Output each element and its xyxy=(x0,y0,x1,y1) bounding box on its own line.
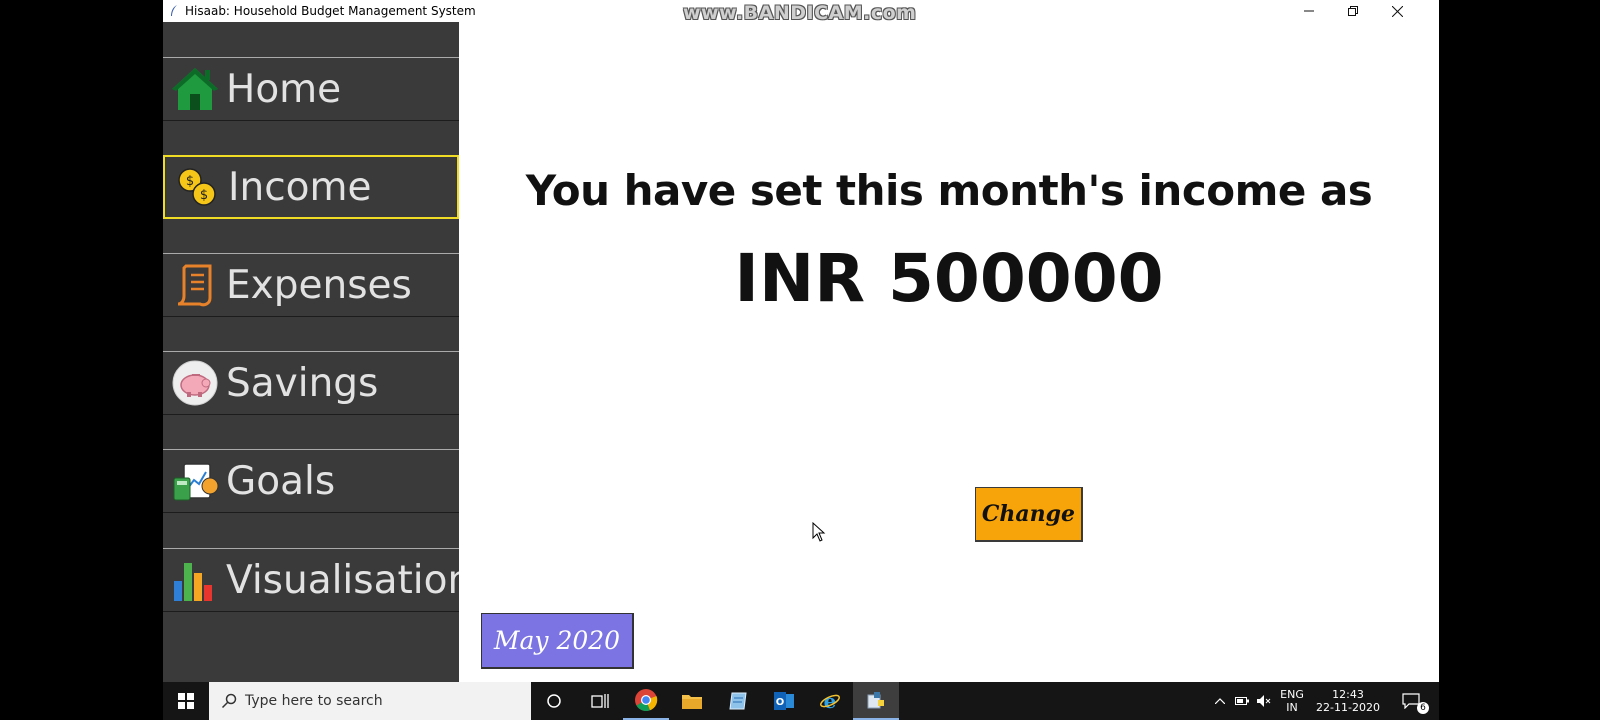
restore-icon xyxy=(1348,6,1358,16)
taskbar-internet-explorer[interactable]: e xyxy=(807,682,853,720)
language-indicator[interactable]: ENG IN xyxy=(1275,682,1309,720)
notification-badge: 6 xyxy=(1417,702,1429,714)
goals-icon xyxy=(170,456,220,506)
app-window: Hisaab: Household Budget Management Syst… xyxy=(163,0,1439,682)
taskbar-search-input[interactable]: Type here to search xyxy=(209,682,531,720)
income-value: INR 500000 xyxy=(734,240,1164,317)
sidebar-item-goals[interactable]: Goals xyxy=(163,449,459,513)
start-button[interactable] xyxy=(163,682,209,720)
svg-text:$: $ xyxy=(186,174,194,189)
taskbar-file-explorer[interactable] xyxy=(669,682,715,720)
piggy-bank-icon xyxy=(170,358,220,408)
svg-text:e: e xyxy=(824,690,837,712)
sidebar-item-label: Income xyxy=(228,164,372,210)
month-selector-button[interactable]: May 2020 xyxy=(481,613,634,669)
sidebar-item-visualisations[interactable]: Visualisations xyxy=(163,548,493,612)
sidebar-item-label: Savings xyxy=(226,360,379,406)
coins-icon: $ $ xyxy=(172,162,222,212)
action-center-button[interactable]: 6 xyxy=(1391,682,1431,720)
change-income-button[interactable]: Change xyxy=(975,487,1083,542)
cortana-icon xyxy=(547,694,561,708)
sidebar-item-home[interactable]: Home xyxy=(163,57,459,121)
show-hidden-icons-button[interactable] xyxy=(1209,682,1231,720)
feather-icon xyxy=(171,5,177,16)
sidebar-item-savings[interactable]: Savings xyxy=(163,351,459,415)
search-icon xyxy=(221,693,237,709)
close-button[interactable] xyxy=(1375,0,1419,22)
minimize-icon xyxy=(1304,10,1314,12)
taskbar-chrome[interactable] xyxy=(623,682,669,720)
bar-chart-icon xyxy=(170,555,220,605)
sidebar: Home $ $ Income Expenses Savings Goals V… xyxy=(163,22,493,682)
clock-date: 22-11-2020 xyxy=(1316,701,1380,714)
cortana-button[interactable] xyxy=(531,682,577,720)
sidebar-item-label: Home xyxy=(226,66,342,112)
task-view-button[interactable] xyxy=(577,682,623,720)
receipt-icon xyxy=(170,260,220,310)
window-title: Hisaab: Household Budget Management Syst… xyxy=(185,4,476,18)
file-explorer-icon xyxy=(682,695,702,709)
sidebar-item-label: Goals xyxy=(226,458,336,504)
chevron-up-icon xyxy=(1215,698,1225,704)
taskbar-outlook[interactable]: O xyxy=(761,682,807,720)
outlook-icon: O xyxy=(774,692,794,710)
internet-explorer-icon: e xyxy=(820,690,840,712)
income-panel: You have set this month's income as INR … xyxy=(459,22,1439,682)
screen: Hisaab: Household Budget Management Syst… xyxy=(0,0,1600,720)
sidebar-item-label: Visualisations xyxy=(226,557,493,603)
minimize-button[interactable] xyxy=(1287,0,1331,22)
restore-button[interactable] xyxy=(1331,0,1375,22)
close-icon xyxy=(1391,5,1403,17)
language-label: ENG xyxy=(1280,688,1304,701)
battery-icon xyxy=(1235,697,1249,705)
battery-button[interactable] xyxy=(1231,682,1253,720)
chrome-icon xyxy=(635,689,658,712)
taskbar-python[interactable] xyxy=(853,682,899,720)
svg-text:$: $ xyxy=(200,188,208,203)
clock[interactable]: 12:43 22-11-2020 xyxy=(1313,682,1383,720)
taskbar-notepad[interactable] xyxy=(715,682,761,720)
windows-logo-icon xyxy=(178,693,194,709)
svg-text:O: O xyxy=(776,697,785,708)
volume-muted-icon xyxy=(1257,695,1271,707)
income-heading: You have set this month's income as xyxy=(525,166,1373,215)
mouse-cursor-icon xyxy=(812,522,826,542)
region-label: IN xyxy=(1286,701,1298,714)
sidebar-item-label: Expenses xyxy=(226,262,412,308)
notepad-icon xyxy=(729,692,747,710)
house-icon xyxy=(170,64,220,114)
taskbar: Type here to search O e ENG IN 12:43 22-… xyxy=(163,682,1439,720)
volume-button[interactable] xyxy=(1253,682,1275,720)
search-placeholder: Type here to search xyxy=(245,693,383,709)
task-view-icon xyxy=(591,694,609,708)
title-bar[interactable]: Hisaab: Household Budget Management Syst… xyxy=(163,0,1439,24)
sidebar-item-expenses[interactable]: Expenses xyxy=(163,253,459,317)
sidebar-item-income[interactable]: $ $ Income xyxy=(163,155,459,219)
python-icon xyxy=(867,692,884,709)
recorder-watermark: www.BANDICAM.com xyxy=(683,2,917,24)
clock-time: 12:43 xyxy=(1332,688,1364,701)
